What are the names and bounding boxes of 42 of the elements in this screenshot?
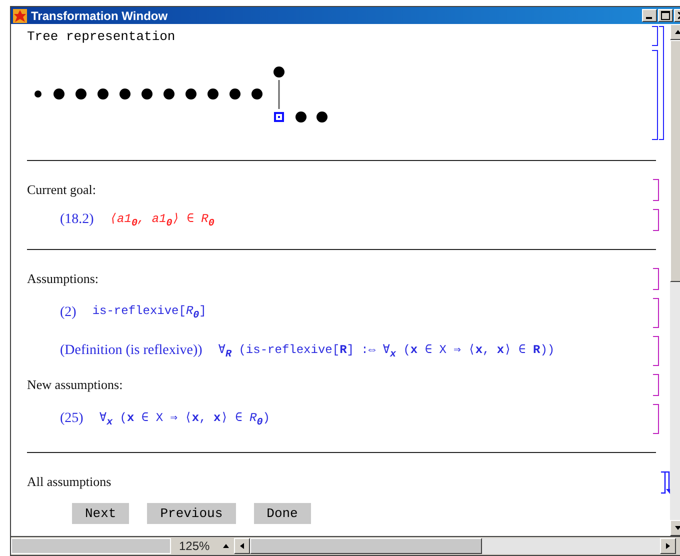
formula: is-reflexive[R$_{0}$] [92, 304, 206, 322]
left-arrow-icon [238, 542, 245, 550]
action-button[interactable]: Previous [147, 503, 236, 524]
cell-bracket[interactable] [652, 50, 658, 140]
minimize-button[interactable] [642, 9, 657, 22]
section-heading: Assumptions: [27, 271, 99, 287]
cell-bracket[interactable] [653, 179, 659, 201]
window-title: Transformation Window [31, 8, 169, 22]
formula-label: (Definition (is reflexive)) [60, 343, 202, 359]
app-icon [13, 8, 27, 22]
formula: ∀$_{x}$ (x ∈ X ⇒ ⟨x, x⟩ ∈ R$_{0}$) [99, 410, 270, 428]
scroll-right-button[interactable] [660, 538, 676, 554]
up-arrow-icon [674, 29, 680, 35]
formula: ⟨a1$_{0}$, a1$_{0}$⟩ ∈ R$_{0}$ [110, 210, 214, 230]
formula-label: (2) [60, 305, 76, 321]
formula: ∀$_{R}$ (is-reflexive[R] :⇔ ∀$_{x}$ (x ∈ X ⇒ ⟨x, x⟩ ∈ R)) [218, 342, 555, 360]
formula-label: (18.2) [60, 212, 94, 228]
scroll-left-button[interactable] [234, 538, 250, 554]
zoom-level[interactable]: 125% [171, 539, 218, 553]
cell-bracket[interactable] [653, 268, 659, 290]
cell-bracket[interactable] [652, 26, 658, 46]
right-arrow-icon [664, 542, 671, 550]
down-arrow-icon [674, 525, 680, 531]
cell-bracket[interactable] [653, 374, 659, 396]
formula-label: (25) [60, 411, 84, 427]
collapsed-group-bracket[interactable] [661, 471, 672, 495]
cell-bracket[interactable] [653, 209, 659, 231]
maximize-button[interactable] [658, 9, 673, 22]
cell-bracket[interactable] [653, 404, 659, 434]
scrollbar-thumb[interactable] [250, 538, 482, 554]
cell-bracket[interactable] [653, 336, 659, 366]
group-bracket[interactable] [659, 26, 664, 140]
action-button[interactable]: Next [72, 503, 130, 524]
action-button[interactable]: Done [254, 503, 311, 524]
maximize-icon [661, 11, 670, 20]
section-heading: New assumptions: [27, 377, 123, 393]
cell-bracket[interactable] [653, 298, 659, 328]
section-title: Tree representation [27, 28, 176, 44]
section-heading: All assumptions [27, 474, 112, 490]
horizontal-scrollbar[interactable] [234, 538, 676, 554]
section-heading: Current goal: [27, 182, 96, 198]
up-arrow-icon [222, 543, 230, 549]
